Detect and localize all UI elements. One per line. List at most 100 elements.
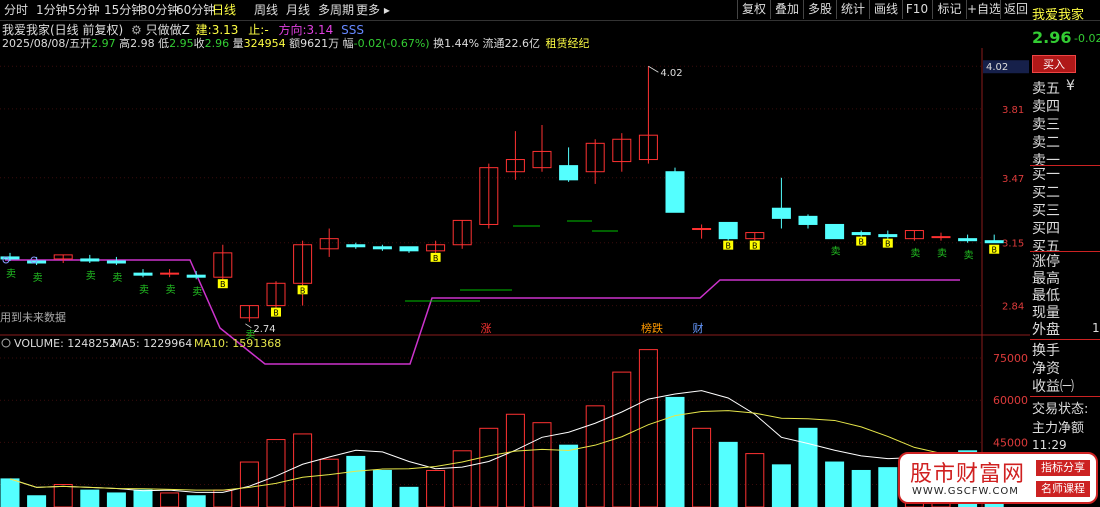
watermark-url: WWW.GSCFW.COM <box>912 486 1019 497</box>
volume-bar <box>372 469 392 507</box>
tab-6[interactable]: 日线 <box>212 2 236 18</box>
sell-signal-glyph: 卖 <box>33 272 43 284</box>
toolbar-button-4[interactable]: 画线 <box>869 0 902 19</box>
sell-signal-glyph: 卖 <box>831 246 841 258</box>
max-price-label: 4.02 <box>660 68 682 79</box>
toolbar-button-8[interactable]: 返回 <box>1000 0 1031 19</box>
trade-status-label: 交易状态: <box>1032 402 1089 417</box>
event-tag: 财 <box>693 321 704 335</box>
sell-signal-glyph: 卖 <box>192 286 202 298</box>
buy-marker-label: B <box>433 254 439 263</box>
candle-body <box>399 246 419 252</box>
tab-0[interactable]: 分时 <box>4 2 28 18</box>
candle-body <box>878 234 898 238</box>
volume-tick-label: 75000 <box>993 352 1028 365</box>
max-pointer <box>648 65 659 73</box>
tab-5[interactable]: 60分钟 <box>176 2 215 18</box>
volume-bar <box>239 461 259 507</box>
kline-chart[interactable]: 4.023.813.473.152.8475000600004500030000… <box>0 48 1030 507</box>
volume-tick-label: 45000 <box>993 436 1028 449</box>
buy-level-label: 买四 <box>1032 221 1060 237</box>
buy-level-label: 买二 <box>1032 185 1060 201</box>
sell-signal-glyph: 卖 <box>86 270 96 282</box>
watermark-tag2: 名师课程 <box>1036 481 1090 497</box>
volume-bar <box>638 349 658 507</box>
sell-signal-glyph: 卖 <box>910 248 920 260</box>
buy-button[interactable]: 买入 <box>1032 55 1076 73</box>
tab-8[interactable]: 月线 <box>286 2 310 18</box>
volume-bar <box>53 484 73 507</box>
stat-label: 外盘 <box>1032 322 1060 338</box>
buy-level-label: 买一 <box>1032 167 1060 183</box>
candle-body <box>665 171 685 213</box>
price-tick-label: 2.84 <box>1002 302 1024 313</box>
volume-bar <box>452 450 472 507</box>
tab-2[interactable]: 5分钟 <box>68 2 100 18</box>
volume-bar <box>160 492 180 507</box>
price-tick-label: 3.15 <box>1002 239 1024 250</box>
toolbar-button-6[interactable]: 标记 <box>932 0 966 19</box>
buy-marker-label: B <box>752 242 758 251</box>
volume-bar <box>559 444 579 507</box>
buy-marker-label: B <box>273 309 279 318</box>
toolbar-button-5[interactable]: F10 <box>902 0 931 19</box>
volume-toggle-icon[interactable] <box>1 338 11 348</box>
min-pointer <box>245 323 252 329</box>
volume-bar <box>319 458 339 507</box>
volume-bar <box>878 467 898 507</box>
toolbar-button-7[interactable]: +自选 <box>966 0 1001 19</box>
future-data-note: 用到未来数据 <box>0 310 66 324</box>
event-tag: 榜跌 <box>641 321 663 335</box>
tab-9[interactable]: 多周期 <box>318 2 354 18</box>
quote-stock-name: 我爱我家 <box>1032 8 1085 23</box>
toolbar-button-3[interactable]: 统计 <box>836 0 869 19</box>
sell-signal-glyph: 卖 <box>6 268 16 280</box>
buy-marker-label: B <box>885 240 891 249</box>
tab-7[interactable]: 周线 <box>254 2 278 18</box>
event-tag: 涨 <box>481 322 492 335</box>
candle-body <box>80 258 100 262</box>
price-tick-label: 4.02 <box>986 62 1008 73</box>
status-divider <box>1030 396 1100 397</box>
sell-level-label: 卖四 <box>1032 99 1060 115</box>
volume-bar <box>133 489 153 507</box>
toolbar-button-0[interactable]: 复权 <box>737 0 770 19</box>
toolbar-button-2[interactable]: 多股 <box>803 0 836 19</box>
main-net-label: 主力净额 <box>1032 421 1085 436</box>
candle-body <box>984 240 1004 244</box>
volume-bar <box>293 433 313 507</box>
volume-bar <box>186 495 206 507</box>
volume-ma10-line <box>9 410 995 491</box>
sell-signal-glyph: 卖 <box>139 284 149 296</box>
tab-10[interactable]: 更多 ▸ <box>356 2 390 18</box>
volume-tick-label: 60000 <box>993 394 1028 407</box>
watermark-title: 股市财富网 <box>910 462 1026 487</box>
candle-body <box>718 221 738 240</box>
quote-panel: 我爱我家 2.96 -0.02 买入 卖五 卖四 卖三 卖二 卖一 ¥ 买一 买二 买三 买四 买五 涨停 最高… <box>1030 0 1100 507</box>
volume-bar <box>27 495 47 507</box>
buy-marker-label: B <box>220 280 226 289</box>
volume-bar <box>771 464 791 507</box>
price-tick-label: 3.47 <box>1002 174 1024 185</box>
tab-1[interactable]: 1分钟 <box>36 2 68 18</box>
toolbar-button-1[interactable]: 叠加 <box>770 0 803 19</box>
buy-marker-label: B <box>725 242 731 251</box>
volume-bar <box>612 371 632 507</box>
extra-label: 收益㈠ <box>1032 379 1074 395</box>
sell-level-label: 卖五 <box>1032 81 1060 97</box>
candle-body <box>931 236 951 239</box>
price-tick-label: 3.81 <box>1002 105 1024 116</box>
candle-body <box>160 272 180 275</box>
volume-bar <box>346 455 366 507</box>
candle-body <box>372 246 392 250</box>
candle-body <box>851 232 871 236</box>
candle-body <box>692 228 712 231</box>
buy-marker-label: B <box>300 286 306 295</box>
tab-3[interactable]: 15分钟 <box>104 2 143 18</box>
quote-price: 2.96 <box>1032 28 1072 47</box>
yen-icon: ¥ <box>1066 78 1075 94</box>
sell-signal-glyph: 卖 <box>112 272 122 284</box>
volume-bar <box>426 469 446 507</box>
candle-body <box>106 260 126 264</box>
tab-4[interactable]: 30分钟 <box>140 2 179 18</box>
